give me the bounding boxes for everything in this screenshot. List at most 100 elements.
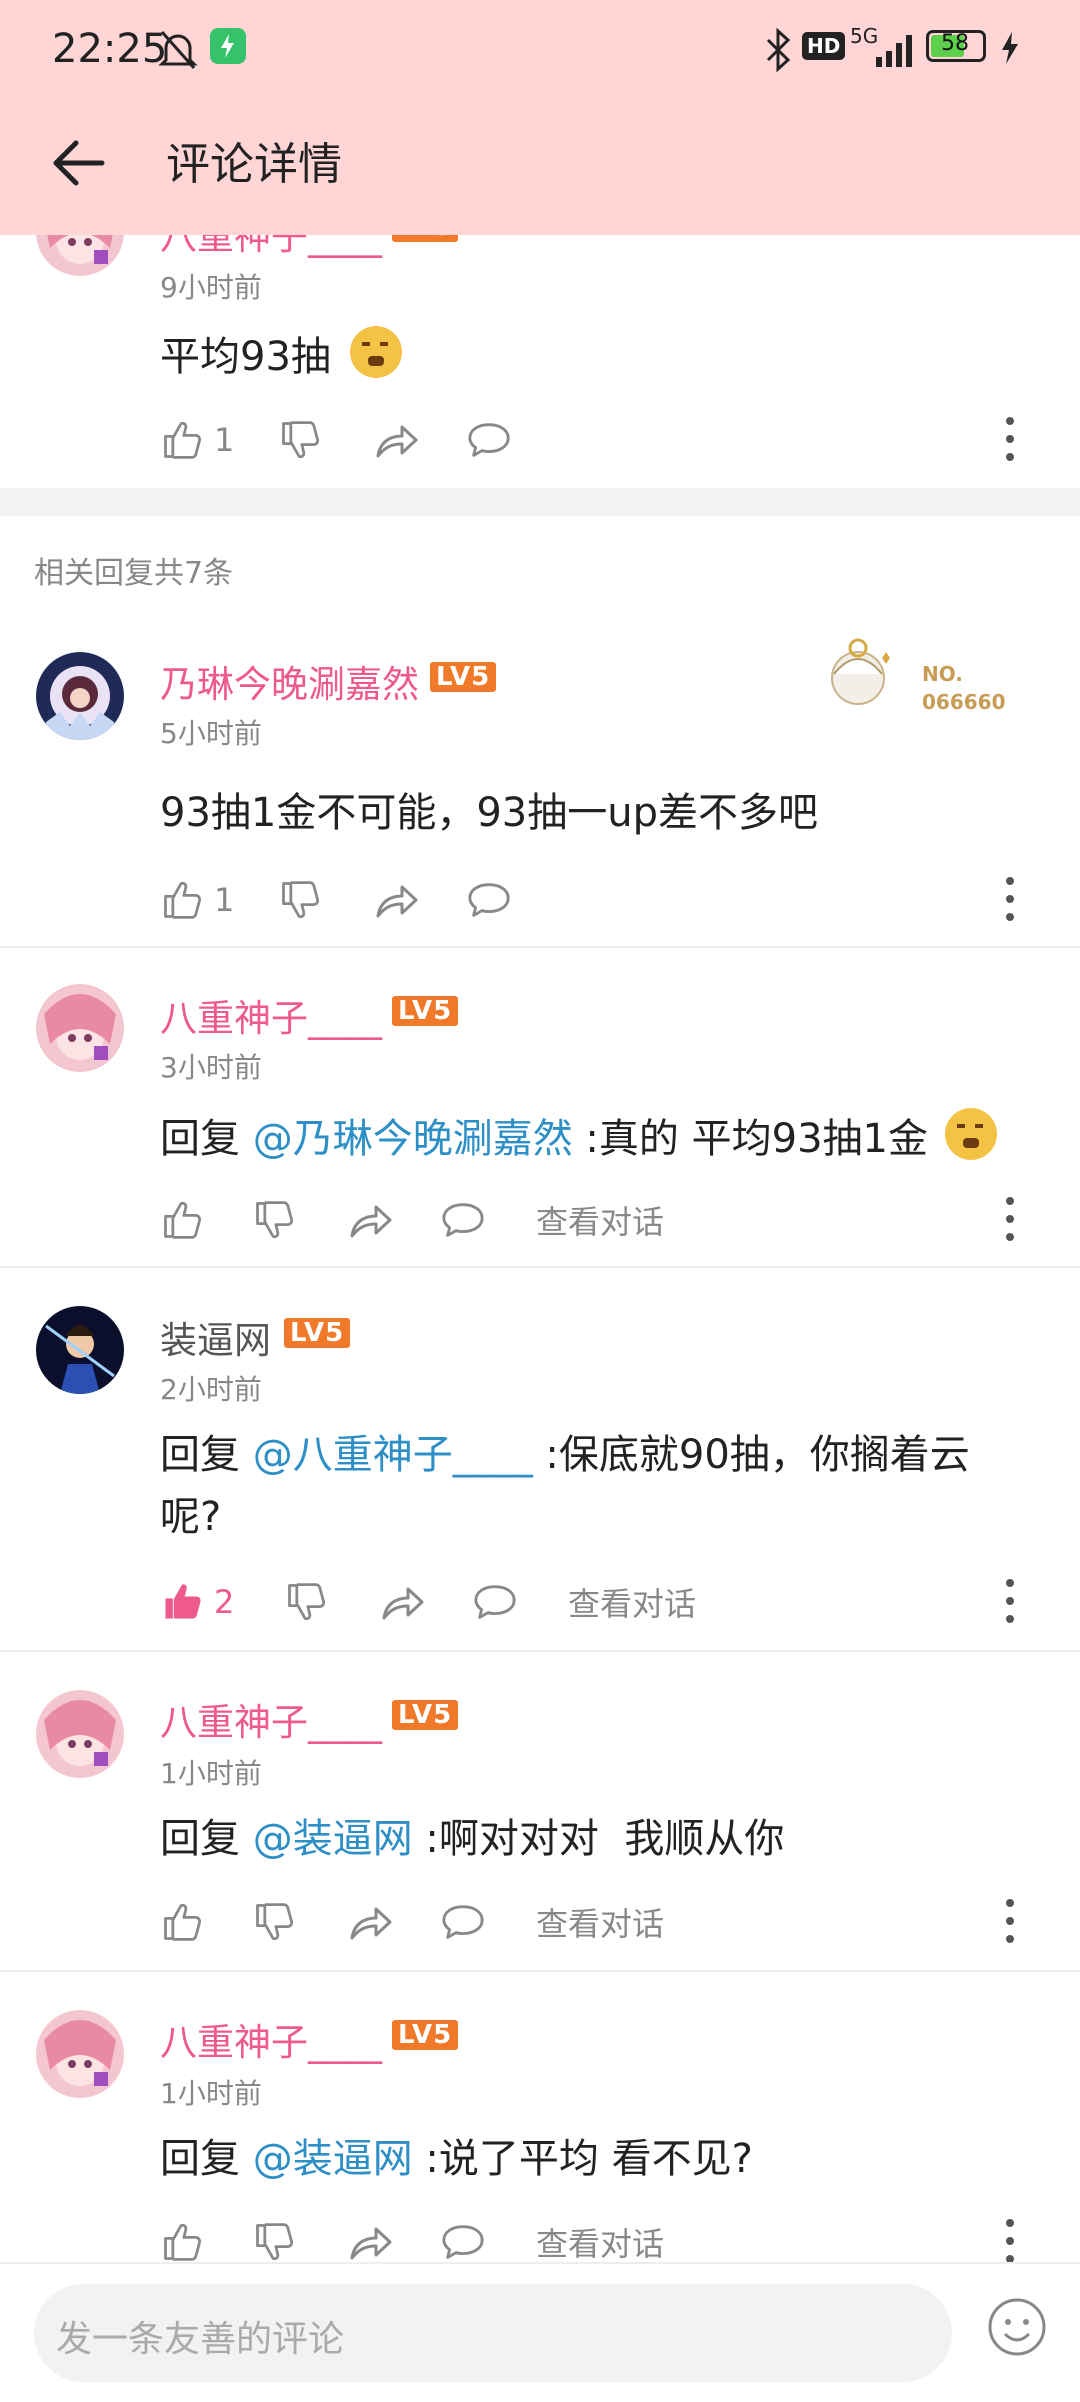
like-button[interactable]: 1 (160, 410, 234, 470)
comment-body: 平均93抽 (160, 334, 331, 380)
view-conversation-link[interactable]: 查看对话 (536, 1190, 664, 1250)
mention-link[interactable]: @装逼网 (253, 2136, 413, 2182)
share-button[interactable] (378, 1572, 426, 1632)
mention-link[interactable]: @装逼网 (253, 1816, 413, 1862)
like-count: 1 (214, 421, 235, 459)
avatar[interactable] (36, 1690, 124, 1778)
page-title: 评论详情 (166, 139, 342, 190)
battery-level: 58 (941, 31, 969, 56)
username[interactable]: 装逼网 (160, 1310, 271, 1364)
comment-text: 回复 @装逼网 :啊对对对 我顺从你 (160, 1808, 1000, 1870)
header: 22:25 HD 5G 58 评论详情 (0, 0, 1080, 235)
mention-link[interactable]: @八重神子____ (253, 1432, 533, 1478)
back-arrow-icon[interactable] (46, 128, 116, 198)
status-bar: 22:25 HD 5G 58 (0, 0, 1080, 100)
dislike-button[interactable] (284, 1572, 328, 1632)
more-options-icon[interactable] (1000, 1896, 1020, 1946)
comment-body: :真的 平均93抽1金 (572, 1116, 928, 1162)
comment-time: 3小时前 (160, 1051, 262, 1084)
comment-text: 回复 @乃琳今晚涮嘉然 :真的 平均93抽1金 (160, 1108, 1000, 1170)
username[interactable]: 八重神子____ (160, 1692, 382, 1746)
like-button[interactable]: 2 (160, 1572, 234, 1632)
battery-icon: 58 (926, 30, 986, 62)
like-button[interactable] (160, 1892, 204, 1952)
comment-bar: 发一条友善的评论 (0, 2262, 1080, 2402)
huffing-emoji-icon (944, 1108, 997, 1160)
reply-button[interactable] (440, 1190, 486, 1250)
divider (0, 1650, 1080, 1652)
comment-text: 回复 @八重神子____ :保底就90抽，你搁着云呢? (160, 1424, 990, 1548)
reply-button[interactable] (466, 410, 512, 470)
chibi-character-icon (831, 638, 890, 705)
more-options-icon[interactable] (1000, 1576, 1020, 1626)
mute-bell-icon (158, 28, 198, 81)
reply-prefix: 回复 (160, 1432, 253, 1478)
comment-time: 9小时前 (160, 271, 262, 304)
more-options-icon[interactable] (1000, 874, 1020, 924)
avatar[interactable] (36, 2010, 124, 2098)
charging-icon (1000, 30, 1020, 75)
divider (0, 946, 1080, 948)
more-options-icon[interactable] (1000, 2216, 1020, 2266)
comment-time: 5小时前 (160, 717, 262, 750)
reply-prefix: 回复 (160, 2136, 253, 2182)
view-conversation-link[interactable]: 查看对话 (568, 1572, 696, 1632)
replies-count-title: 相关回复共7条 (34, 556, 234, 591)
reply-button[interactable] (440, 1892, 486, 1952)
more-options-icon[interactable] (1000, 1194, 1020, 1244)
level-badge: LV5 (430, 662, 497, 692)
comment-time: 1小时前 (160, 1757, 262, 1790)
username[interactable]: 八重神子____ (160, 988, 382, 1042)
bluetooth-icon (764, 27, 792, 81)
app-bar: 评论详情 (0, 100, 1080, 235)
like-button[interactable] (160, 1190, 204, 1250)
share-button[interactable] (346, 1892, 394, 1952)
more-options-icon[interactable] (1000, 414, 1020, 464)
like-count: 2 (214, 1583, 235, 1621)
reply-button[interactable] (466, 870, 512, 930)
like-button[interactable]: 1 (160, 870, 234, 930)
section-divider (0, 488, 1080, 516)
comment-time: 1小时前 (160, 2077, 262, 2110)
comment-text: 回复 @装逼网 :说了平均 看不见? (160, 2128, 1000, 2190)
avatar[interactable] (36, 652, 124, 740)
comment-text: 93抽1金不可能，93抽一up差不多吧 (160, 790, 818, 836)
comment-actions: 1 (160, 870, 1040, 930)
mention-link[interactable]: @乃琳今晚涮嘉然 (253, 1116, 573, 1162)
dislike-button[interactable] (278, 410, 322, 470)
app-notification-icon (210, 28, 246, 73)
reply-prefix: 回复 (160, 1116, 253, 1162)
comment-input[interactable]: 发一条友善的评论 (34, 2284, 952, 2382)
view-conversation-link[interactable]: 查看对话 (536, 1892, 664, 1952)
share-button[interactable] (346, 1190, 394, 1250)
level-badge: LV5 (392, 2020, 459, 2050)
smiley-icon[interactable] (986, 2296, 1048, 2358)
comment-actions: 查看对话 (160, 1190, 1040, 1250)
fan-badge: NO. 066660 (818, 632, 1018, 728)
share-button[interactable] (372, 870, 420, 930)
comment-time: 2小时前 (160, 1373, 262, 1406)
comment-input-placeholder: 发一条友善的评论 (56, 2319, 345, 2360)
avatar[interactable] (36, 1306, 124, 1394)
comment-body: :说了平均 看不见? (412, 2136, 753, 2182)
avatar[interactable] (36, 984, 124, 1072)
level-badge: LV5 (284, 1318, 351, 1348)
comment-actions: 查看对话 (160, 1892, 1040, 1952)
status-time: 22:25 (52, 26, 168, 72)
divider (0, 1266, 1080, 1268)
username[interactable]: 八重神子____ (160, 2012, 382, 2066)
badge-label: NO. (922, 662, 963, 686)
reply-button[interactable] (472, 1572, 518, 1632)
level-badge: LV5 (392, 996, 459, 1026)
divider (0, 1970, 1080, 1972)
share-button[interactable] (372, 410, 420, 470)
level-badge: LV5 (392, 1700, 459, 1730)
dislike-button[interactable] (252, 1892, 296, 1952)
huffing-emoji-icon (349, 326, 402, 378)
dislike-button[interactable] (252, 1190, 296, 1250)
comment-actions: 2 查看对话 (160, 1572, 1040, 1632)
badge-number: 066660 (922, 690, 1006, 714)
like-count: 1 (214, 881, 235, 919)
dislike-button[interactable] (278, 870, 322, 930)
username[interactable]: 乃琳今晚涮嘉然 (160, 654, 419, 708)
